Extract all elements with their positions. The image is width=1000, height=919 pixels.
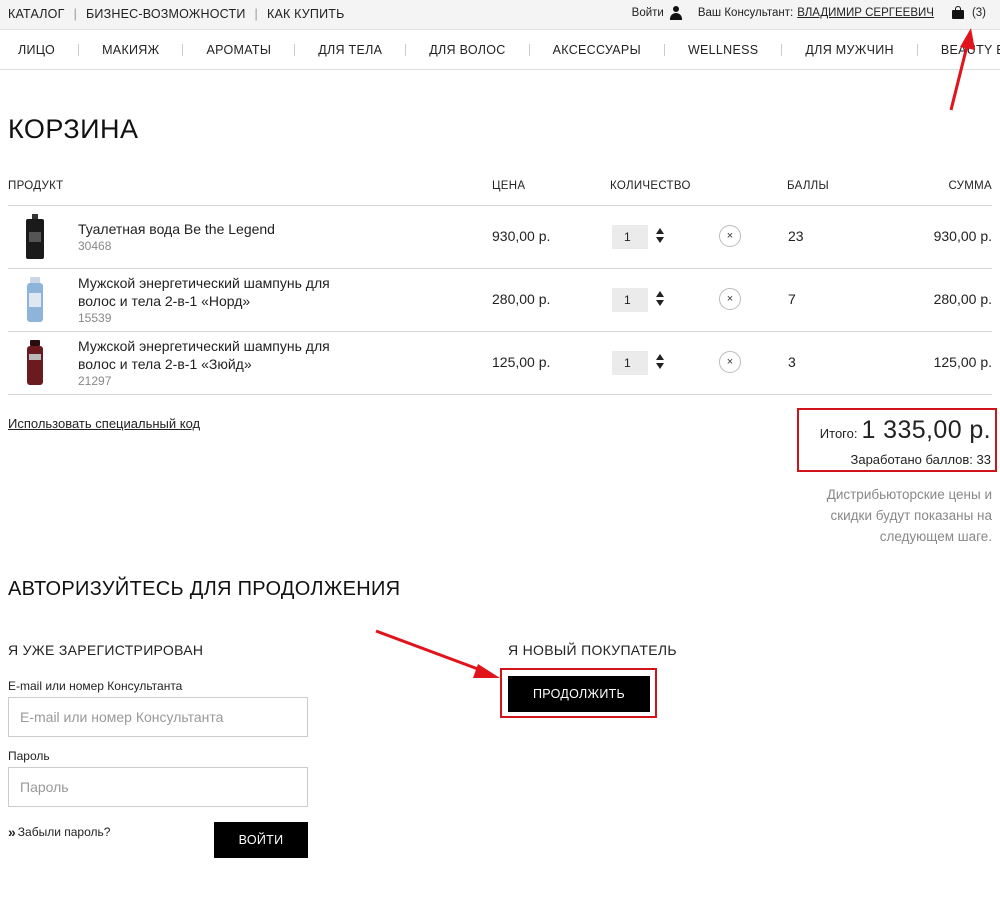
email-label: E-mail или номер Консультанта (8, 679, 183, 693)
product-price: 125,00 р. (492, 354, 551, 370)
product-sum: 125,00 р. (933, 354, 992, 370)
auth-title: АВТОРИЗУЙТЕСЬ ДЛЯ ПРОДОЛЖЕНИЯ (8, 578, 401, 600)
total-highlight: Итого: 1 335,00 р. Заработано баллов: 33 (797, 408, 997, 472)
arrow-annotation (375, 629, 500, 678)
consultant-name-link[interactable]: ВЛАДИМИР СЕРГЕЕВИЧ (797, 7, 934, 19)
forgot-password-link[interactable]: » Забыли пароль? (8, 824, 110, 840)
product-thumbnail[interactable] (24, 340, 46, 386)
nav-item-body[interactable]: ДЛЯ ТЕЛА (318, 43, 429, 57)
cart-table: ПРОДУКТ ЦЕНА КОЛИЧЕСТВО БАЛЛЫ СУММА Туал… (8, 176, 992, 395)
forgot-password-label: Забыли пароль? (17, 825, 111, 839)
cart-header: ПРОДУКТ ЦЕНА КОЛИЧЕСТВО БАЛЛЫ СУММА (8, 176, 992, 206)
product-name-block: Мужской энергетический шампунь для волос… (78, 337, 368, 389)
login-link[interactable]: Войти (632, 6, 682, 20)
quantity-stepper[interactable] (656, 291, 666, 309)
product-thumbnail[interactable] (24, 277, 46, 323)
quantity-stepper[interactable] (656, 228, 666, 246)
top-link-business[interactable]: БИЗНЕС-ВОЗМОЖНОСТИ (86, 7, 245, 21)
password-field[interactable] (8, 767, 308, 807)
nav-item-wellness[interactable]: WELLNESS (688, 43, 805, 57)
product-points: 3 (788, 354, 796, 370)
quantity-input[interactable]: 1 (612, 288, 648, 312)
top-nav-separator: | (73, 7, 78, 21)
product-price: 280,00 р. (492, 291, 551, 307)
product-name[interactable]: Мужской энергетический шампунь для волос… (78, 337, 368, 373)
product-sum: 930,00 р. (933, 228, 992, 244)
nav-item-fragrance[interactable]: АРОМАТЫ (206, 43, 318, 57)
product-code: 15539 (78, 311, 112, 325)
login-button[interactable]: ВОЙТИ (214, 822, 308, 858)
product-thumbnail[interactable] (24, 214, 46, 260)
main-nav: ЛИЦО МАКИЯЖ АРОМАТЫ ДЛЯ ТЕЛА ДЛЯ ВОЛОС А… (0, 30, 1000, 70)
promo-code-link[interactable]: Использовать специальный код (8, 416, 200, 431)
header-sum: СУММА (948, 180, 992, 192)
product-code: 30468 (78, 239, 112, 253)
product-points: 7 (788, 291, 796, 307)
quantity-input[interactable]: 1 (612, 225, 648, 249)
product-sum: 280,00 р. (933, 291, 992, 307)
cart-row: Мужской энергетический шампунь для волос… (8, 269, 992, 332)
quantity-stepper[interactable] (656, 354, 666, 372)
consultant-prefix: Ваш Консультант: (697, 7, 794, 19)
user-icon (669, 6, 682, 20)
nav-item-makeup[interactable]: МАКИЯЖ (102, 43, 206, 57)
remove-icon[interactable]: × (719, 351, 741, 373)
product-name-block: Мужской энергетический шампунь для волос… (78, 274, 368, 326)
header-product: ПРОДУКТ (8, 180, 64, 192)
nav-item-hair[interactable]: ДЛЯ ВОЛОС (429, 43, 552, 57)
total-line: Итого: 1 335,00 р. (820, 416, 991, 445)
nav-item-beauty-edit[interactable]: BEAUTY EDIT (941, 43, 1000, 57)
cart-row: Мужской энергетический шампунь для волос… (8, 332, 992, 395)
password-label: Пароль (8, 749, 50, 763)
top-nav-separator: | (254, 7, 258, 21)
cart-count[interactable]: (3) (972, 7, 986, 19)
chevron-right-icon: » (8, 824, 16, 840)
total-label: Итого: (819, 426, 858, 441)
distributor-note: Дистрибьюторские цены и скидки будут пок… (826, 487, 992, 544)
product-code: 21297 (78, 374, 112, 388)
registered-title: Я УЖЕ ЗАРЕГИСТРИРОВАН (8, 642, 204, 658)
nav-item-men[interactable]: ДЛЯ МУЖЧИН (805, 43, 940, 57)
product-price: 930,00 р. (492, 228, 551, 244)
remove-icon[interactable]: × (719, 225, 741, 247)
product-name[interactable]: Туалетная вода Be the Legend (78, 220, 368, 238)
product-points: 23 (788, 228, 804, 244)
header-quantity: КОЛИЧЕСТВО (610, 180, 691, 192)
top-link-how-to-buy[interactable]: КАК КУПИТЬ (267, 7, 345, 21)
total-value: 1 335,00 р. (861, 416, 991, 444)
cart-row: Туалетная вода Be the Legend 30468 930,0… (8, 206, 992, 269)
top-nav: КАТАЛОГ | БИЗНЕС-ВОЗМОЖНОСТИ | КАК КУПИТ… (8, 7, 345, 21)
quantity-input[interactable]: 1 (612, 351, 648, 375)
top-link-catalog[interactable]: КАТАЛОГ (8, 7, 65, 21)
nav-item-accessories[interactable]: АКСЕССУАРЫ (553, 43, 688, 57)
header-points: БАЛЛЫ (787, 180, 829, 192)
header-price: ЦЕНА (492, 180, 526, 192)
product-name[interactable]: Мужской энергетический шампунь для волос… (78, 274, 368, 310)
product-name-block: Туалетная вода Be the Legend 30468 (78, 220, 368, 254)
email-field[interactable] (8, 697, 308, 737)
new-customer-title: Я НОВЫЙ ПОКУПАТЕЛЬ (508, 642, 677, 658)
bag-icon[interactable] (951, 6, 964, 19)
remove-icon[interactable]: × (719, 288, 741, 310)
continue-button[interactable]: ПРОДОЛЖИТЬ (508, 676, 650, 712)
nav-item-face[interactable]: ЛИЦО (18, 43, 102, 57)
login-label: Войти (631, 7, 664, 19)
earned-points: Заработано баллов: 33 (850, 452, 991, 467)
top-right: Войти Ваш Консультант: ВЛАДИМИР СЕРГЕЕВИ… (632, 6, 986, 20)
page-title: КОРЗИНА (8, 114, 139, 144)
top-bar: КАТАЛОГ | БИЗНЕС-ВОЗМОЖНОСТИ | КАК КУПИТ… (0, 0, 1000, 30)
